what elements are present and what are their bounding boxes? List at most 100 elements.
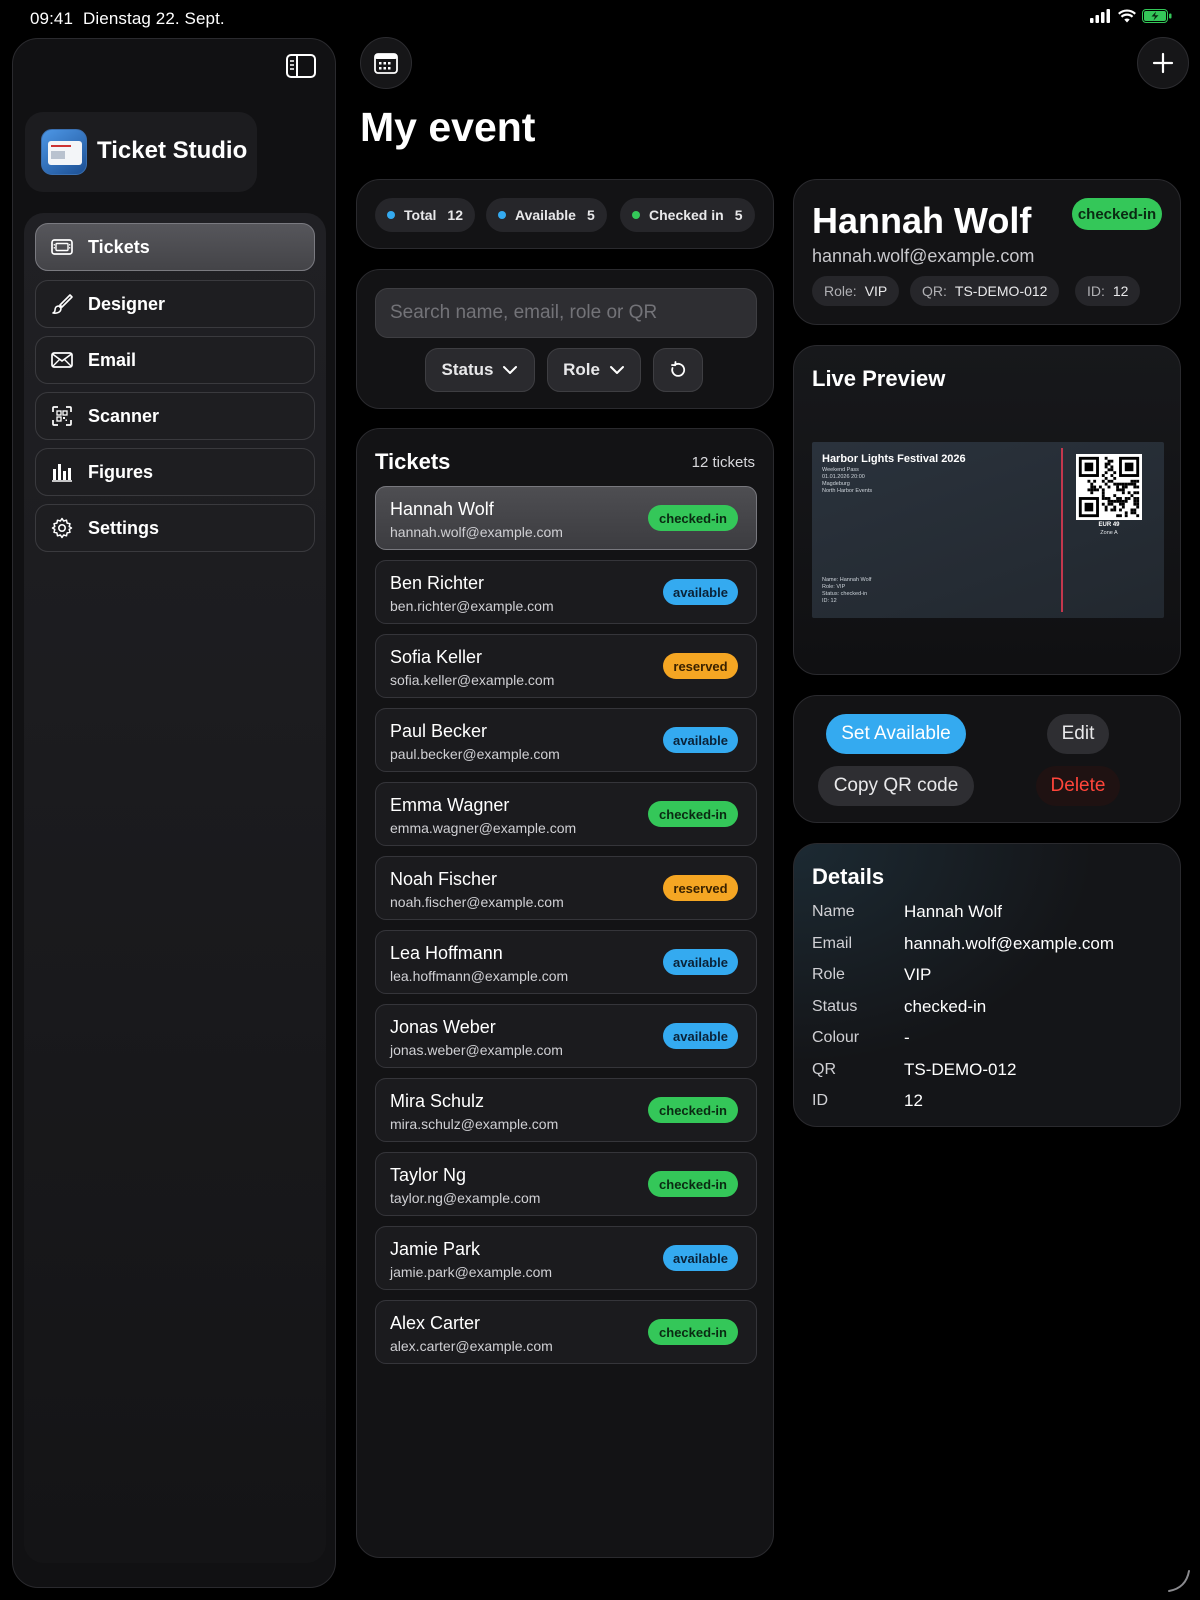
sidebar-item-figures[interactable]: Figures — [35, 448, 315, 496]
ticket-email: lea.hoffmann@example.com — [390, 968, 569, 984]
actions-card: Set Available Edit Copy QR code Delete — [793, 695, 1181, 823]
resize-handle-icon[interactable] — [1166, 1568, 1192, 1594]
stat-total: Total 12 — [375, 198, 475, 232]
ticket-name: Hannah Wolf — [390, 499, 494, 519]
delete-button[interactable]: Delete — [1036, 766, 1120, 806]
ticket-name: Mira Schulz — [390, 1091, 485, 1111]
ticket-row[interactable]: Lea Hoffmann lea.hoffmann@example.com avai… — [375, 930, 757, 994]
selected-email: hannah.wolf@example.com — [812, 246, 1035, 266]
status-time: 09:41 — [30, 9, 74, 28]
ticket-email: emma.wagner@example.com — [390, 820, 577, 836]
preview-holder-status: Status: checked-in — [822, 591, 868, 597]
id-tag-value: 12 — [1112, 283, 1129, 299]
preview-holder-id: ID: 12 — [822, 598, 837, 604]
stat-value: 5 — [586, 207, 595, 223]
ticket-email: jonas.weber@example.com — [390, 1042, 563, 1058]
tickets-title: Tickets — [375, 449, 451, 474]
sidebar-item-label: Scanner — [88, 405, 160, 426]
ticket-icon — [51, 239, 73, 255]
status-filter-label: Status — [441, 360, 494, 379]
ticket-perforation — [1061, 448, 1063, 612]
bar-chart-icon — [52, 464, 72, 482]
ticket-row[interactable]: Jonas Weber jonas.weber@example.com availa… — [375, 1004, 757, 1068]
calendar-button[interactable] — [360, 37, 412, 89]
ticket-row[interactable]: Jamie Park jamie.park@example.com availabl… — [375, 1226, 757, 1290]
ticket-row[interactable]: Emma Wagner emma.wagner@example.com checke… — [375, 782, 757, 846]
set-available-button[interactable]: Set Available — [826, 714, 966, 754]
ticket-row[interactable]: Hannah Wolf hannah.wolf@example.com checke… — [375, 486, 757, 550]
copy-qr-button[interactable]: Copy QR code — [818, 766, 974, 806]
ticket-row[interactable]: Ben Richter ben.richter@example.com availa… — [375, 560, 757, 624]
checked-dot — [632, 211, 640, 219]
search-input[interactable] — [375, 288, 757, 338]
status-badge: checked-in — [648, 1319, 738, 1345]
role-tag-key: Role: — [824, 283, 857, 299]
chevron-down-icon — [503, 366, 518, 374]
app-logo-icon — [41, 129, 87, 175]
sidebar-toggle-icon — [286, 54, 316, 78]
selected-ticket-header: Hannah Wolf hannah.wolf@example.com chec… — [793, 179, 1181, 325]
preview-organizer: North Harbor Events — [822, 488, 873, 494]
status-left: 09:41 Dienstag 22. Sept. — [30, 9, 225, 29]
detail-key: QR — [812, 1060, 836, 1078]
sidebar-item-tickets[interactable]: Tickets — [35, 223, 315, 271]
selected-status-badge: checked-in — [1072, 198, 1162, 230]
sidebar-item-label: Tickets — [88, 236, 150, 257]
ticket-name: Sofia Keller — [390, 647, 483, 667]
sidebar-item-designer[interactable]: Designer — [35, 280, 315, 328]
stat-available: Available 5 — [486, 198, 607, 232]
ticket-email: mira.schulz@example.com — [390, 1116, 559, 1132]
sidebar-item-scanner[interactable]: Scanner — [35, 392, 315, 440]
ticket-row[interactable]: Paul Becker paul.becker@example.com availa… — [375, 708, 757, 772]
preview-datetime: 01.01.2026 20:00 — [822, 474, 865, 480]
ticket-email: taylor.ng@example.com — [390, 1190, 541, 1206]
ticket-row[interactable]: Alex Carter alex.carter@example.com checke… — [375, 1300, 757, 1364]
role-filter-label: Role — [563, 360, 600, 379]
ticket-email: sofia.keller@example.com — [390, 672, 555, 688]
ticket-name: Alex Carter — [390, 1313, 481, 1333]
detail-key: Role — [812, 966, 845, 983]
ticket-row[interactable]: Mira Schulz mira.schulz@example.com checke… — [375, 1078, 757, 1142]
ticket-row[interactable]: Sofia Keller sofia.keller@example.com rese… — [375, 634, 757, 698]
ticket-email: paul.becker@example.com — [390, 746, 560, 762]
status-badge: available — [663, 579, 738, 605]
battery-icon — [1142, 9, 1172, 23]
edit-button[interactable]: Edit — [1047, 714, 1109, 754]
status-filter-button[interactable]: Status — [425, 348, 535, 392]
ticket-name: Ben Richter — [390, 573, 485, 593]
wifi-icon — [1118, 9, 1136, 23]
ticket-name: Jamie Park — [390, 1239, 481, 1259]
gear-icon — [51, 517, 73, 539]
sidebar-toggle-button[interactable] — [285, 53, 317, 79]
preview-city: Magdeburg — [822, 481, 850, 487]
detail-key: Status — [812, 997, 858, 1015]
app-brand: Ticket Studio — [25, 112, 257, 192]
ticket-row[interactable]: Noah Fischer noah.fischer@example.com rese… — [375, 856, 757, 920]
add-ticket-button[interactable] — [1137, 37, 1189, 89]
status-right — [1090, 9, 1172, 23]
selected-name: Hannah Wolf — [812, 200, 1032, 241]
tickets-list-card: Tickets 12 tickets Hannah Wolf hannah.wol… — [356, 428, 774, 1558]
role-filter-button[interactable]: Role — [547, 348, 641, 392]
ticket-name: Emma Wagner — [390, 795, 510, 815]
id-tag-key: ID: — [1087, 283, 1105, 299]
status-badge: checked-in — [648, 505, 738, 531]
preview-zone: Zone A — [1100, 530, 1118, 536]
ticket-name: Taylor Ng — [390, 1165, 467, 1185]
sidebar-item-settings[interactable]: Settings — [35, 504, 315, 552]
live-preview-title: Live Preview — [812, 366, 946, 391]
status-badge: available — [663, 1023, 738, 1049]
total-dot — [387, 211, 395, 219]
detail-key: Name — [812, 903, 855, 920]
chevron-down-icon — [609, 366, 624, 374]
reset-filters-button[interactable] — [653, 348, 703, 392]
ticket-row[interactable]: Taylor Ng taylor.ng@example.com checked-in — [375, 1152, 757, 1216]
status-badge: available — [663, 1245, 738, 1271]
status-badge: available — [663, 949, 738, 975]
detail-value: TS-DEMO-012 — [904, 1059, 1017, 1079]
detail-value: Hannah Wolf — [904, 902, 1002, 921]
plus-icon — [1152, 52, 1174, 74]
status-date: Dienstag 22. Sept. — [83, 9, 225, 28]
status-badge: checked-in — [648, 1097, 738, 1123]
sidebar-item-email[interactable]: Email — [35, 336, 315, 384]
